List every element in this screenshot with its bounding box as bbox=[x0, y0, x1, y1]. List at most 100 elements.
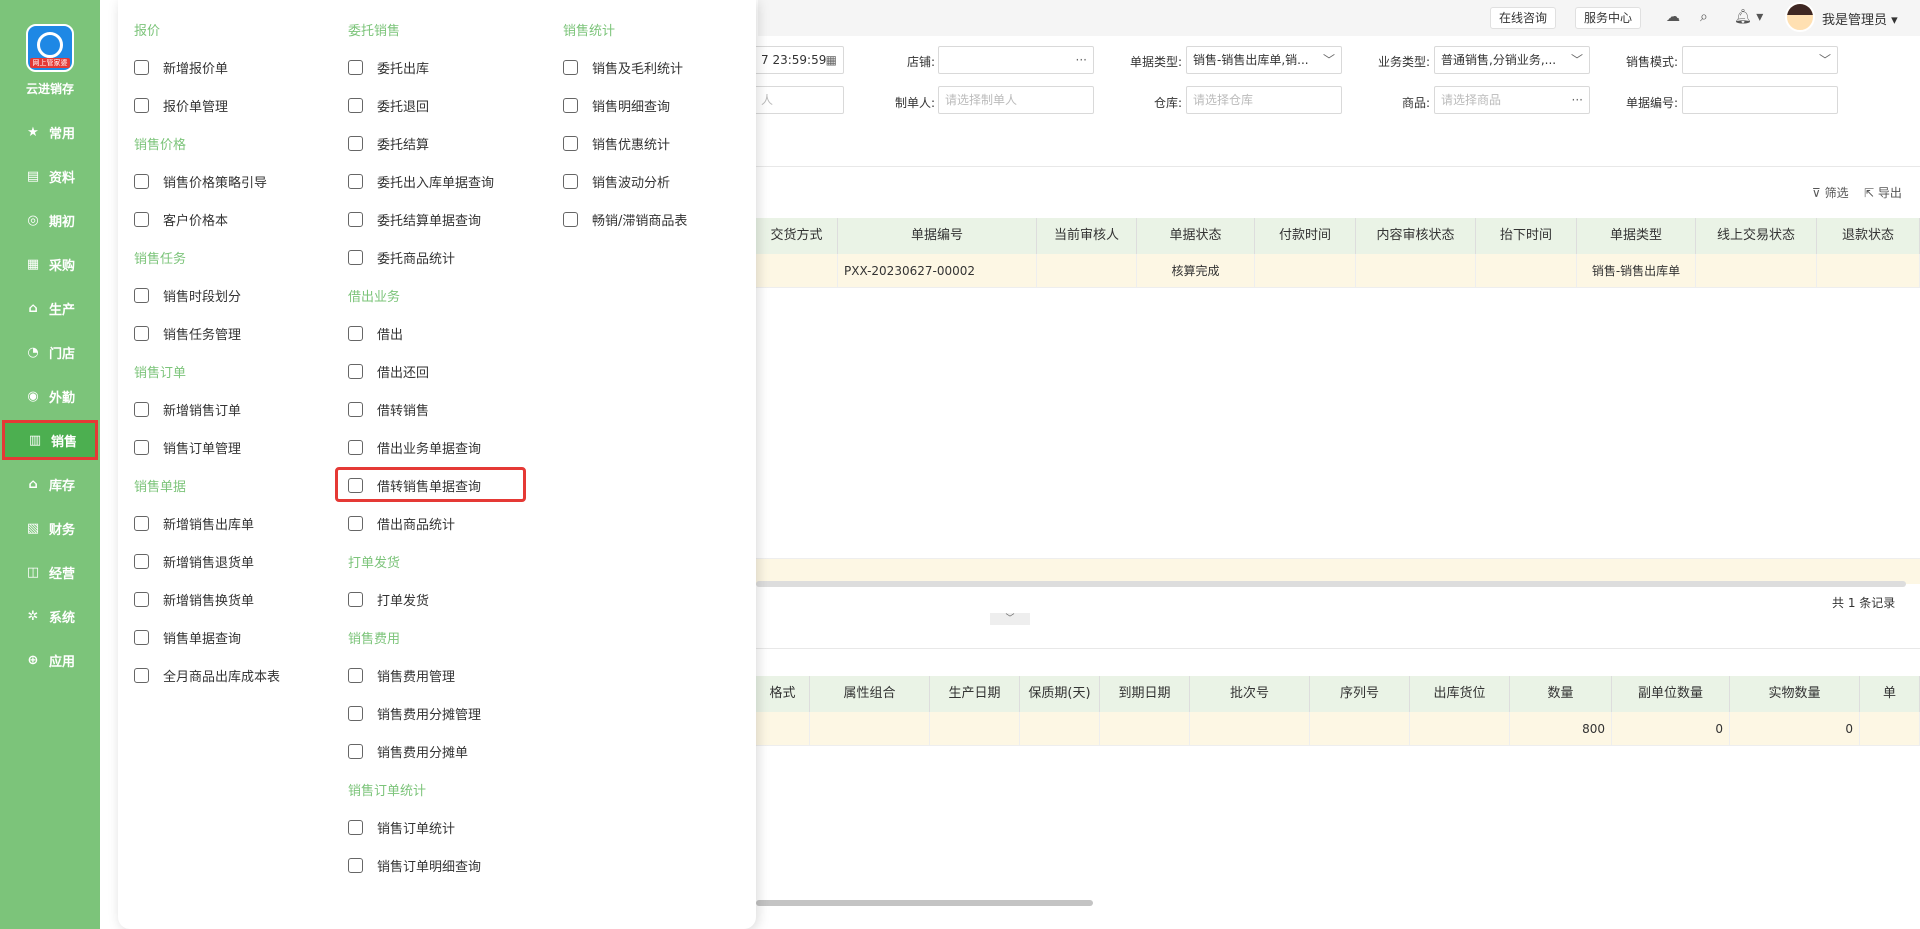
column-header[interactable]: 当前审核人 bbox=[1037, 218, 1137, 254]
doc-type-select[interactable]: 销售-销售出库单,销... ﹀ bbox=[1186, 46, 1342, 74]
table-cell[interactable] bbox=[1037, 254, 1137, 288]
table-cell[interactable]: 800 bbox=[1510, 712, 1612, 746]
sidebar-item-8[interactable]: ⌂ 库存 bbox=[0, 464, 100, 504]
sidebar-item-4[interactable]: ⌂ 生产 bbox=[0, 288, 100, 328]
menu-item[interactable]: 打单发货 bbox=[348, 587, 429, 611]
table-cell[interactable] bbox=[1190, 712, 1310, 746]
menu-item[interactable]: 销售及毛利统计 bbox=[563, 55, 683, 79]
menu-item[interactable]: 客户价格本 bbox=[134, 207, 228, 231]
menu-item[interactable]: 销售订单管理 bbox=[134, 435, 241, 459]
table-cell[interactable]: PXX-20230627-00002 bbox=[838, 254, 1037, 288]
table-cell[interactable] bbox=[810, 712, 930, 746]
sidebar-item-12[interactable]: ⊕ 应用 bbox=[0, 640, 100, 680]
partial-input[interactable]: 人 bbox=[754, 86, 844, 114]
column-header[interactable]: 出库货位 bbox=[1410, 676, 1510, 712]
menu-item[interactable]: 畅销/滞销商品表 bbox=[563, 207, 687, 231]
table-cell[interactable] bbox=[1817, 254, 1920, 288]
table-cell[interactable] bbox=[756, 254, 838, 288]
column-header[interactable]: 保质期(天) bbox=[1020, 676, 1100, 712]
column-header[interactable]: 单据类型 bbox=[1577, 218, 1696, 254]
table-cell[interactable] bbox=[930, 712, 1020, 746]
detail-horizontal-scrollbar[interactable] bbox=[756, 900, 1093, 906]
column-header[interactable]: 格式 bbox=[756, 676, 810, 712]
export-button[interactable]: ⇱ 导出 bbox=[1864, 184, 1902, 201]
sidebar-item-3[interactable]: ▦ 采购 bbox=[0, 244, 100, 284]
column-header[interactable]: 单 bbox=[1860, 676, 1920, 712]
table-cell[interactable]: 销售-销售出库单 bbox=[1577, 254, 1696, 288]
sidebar-item-6[interactable]: ◉ 外勤 bbox=[0, 376, 100, 416]
warehouse-input[interactable]: 请选择仓库 bbox=[1186, 86, 1342, 114]
bell-icon[interactable]: 🔔︎ ▾ bbox=[1734, 9, 1763, 25]
column-header[interactable]: 实物数量 bbox=[1730, 676, 1860, 712]
menu-item[interactable]: 借转销售 bbox=[348, 397, 429, 421]
table-cell[interactable] bbox=[1020, 712, 1100, 746]
sidebar-item-5[interactable]: ◔ 门店 bbox=[0, 332, 100, 372]
column-header[interactable]: 数量 bbox=[1510, 676, 1612, 712]
menu-item[interactable]: 销售优惠统计 bbox=[563, 131, 670, 155]
table-cell[interactable] bbox=[756, 712, 810, 746]
menu-item[interactable]: 销售波动分析 bbox=[563, 169, 670, 193]
column-header[interactable]: 付款时间 bbox=[1255, 218, 1356, 254]
menu-item[interactable]: 借出业务单据查询 bbox=[348, 435, 481, 459]
service-center-button[interactable]: 服务中心 bbox=[1575, 7, 1642, 29]
column-header[interactable]: 到期日期 bbox=[1100, 676, 1190, 712]
sale-mode-select[interactable]: ﹀ bbox=[1682, 46, 1838, 74]
menu-item[interactable]: 销售明细查询 bbox=[563, 93, 670, 117]
collapse-toggle[interactable]: ﹀ bbox=[990, 613, 1030, 625]
filter-button[interactable]: ⊽ 筛选 bbox=[1812, 184, 1849, 201]
date-end-field[interactable]: 7 23:59:59 ▦ bbox=[754, 46, 844, 74]
menu-item[interactable]: 销售订单统计 bbox=[348, 815, 455, 839]
column-header[interactable]: 退款状态 bbox=[1817, 218, 1920, 254]
menu-item[interactable]: 销售费用管理 bbox=[348, 663, 455, 687]
menu-item[interactable]: 销售时段划分 bbox=[134, 283, 241, 307]
cloud-download-icon[interactable]: ☁ bbox=[1666, 9, 1680, 25]
table-cell[interactable]: 0 bbox=[1730, 712, 1860, 746]
menu-item[interactable]: 借出 bbox=[348, 321, 403, 345]
column-header[interactable]: 内容审核状态 bbox=[1356, 218, 1476, 254]
menu-item[interactable]: 新增销售出库单 bbox=[134, 511, 254, 535]
menu-item[interactable]: 委托商品统计 bbox=[348, 245, 455, 269]
column-header[interactable]: 交货方式 bbox=[756, 218, 838, 254]
table-cell[interactable] bbox=[1410, 712, 1510, 746]
menu-item[interactable]: 新增销售换货单 bbox=[134, 587, 254, 611]
menu-item[interactable]: 新增销售订单 bbox=[134, 397, 241, 421]
table-cell[interactable] bbox=[1100, 712, 1190, 746]
sidebar-item-11[interactable]: ✲ 系统 bbox=[0, 596, 100, 636]
doc-no-input[interactable] bbox=[1682, 86, 1838, 114]
sidebar-item-2[interactable]: ◎ 期初 bbox=[0, 200, 100, 240]
menu-item[interactable]: 销售费用分摊管理 bbox=[348, 701, 481, 725]
goods-input[interactable]: 请选择商品 ··· bbox=[1434, 86, 1590, 114]
menu-item[interactable]: 借出还回 bbox=[348, 359, 429, 383]
search-icon[interactable]: ⌕ bbox=[1700, 9, 1708, 25]
menu-item[interactable]: 销售单据查询 bbox=[134, 625, 241, 649]
menu-item[interactable]: 委托结算单据查询 bbox=[348, 207, 481, 231]
column-header[interactable]: 序列号 bbox=[1310, 676, 1410, 712]
sidebar-item-9[interactable]: ▧ 财务 bbox=[0, 508, 100, 548]
sidebar-item-10[interactable]: ◫ 经营 bbox=[0, 552, 100, 592]
menu-item[interactable]: 报价单管理 bbox=[134, 93, 228, 117]
maker-input[interactable]: 请选择制单人 bbox=[938, 86, 1094, 114]
table-cell[interactable] bbox=[1356, 254, 1476, 288]
table-cell[interactable] bbox=[1476, 254, 1577, 288]
table-cell[interactable]: 0 bbox=[1612, 712, 1730, 746]
horizontal-scrollbar[interactable] bbox=[756, 581, 1906, 587]
shop-select[interactable]: ··· bbox=[938, 46, 1094, 74]
menu-item[interactable]: 借出商品统计 bbox=[348, 511, 455, 535]
table-cell[interactable] bbox=[1310, 712, 1410, 746]
avatar[interactable] bbox=[1785, 2, 1815, 32]
sidebar-item-7[interactable]: ▥ 销售 bbox=[2, 420, 98, 460]
column-header[interactable]: 抬下时间 bbox=[1476, 218, 1577, 254]
online-consult-button[interactable]: 在线咨询 bbox=[1490, 7, 1557, 29]
user-menu[interactable]: 我是管理员 ▾ bbox=[1822, 9, 1898, 28]
column-header[interactable]: 单据状态 bbox=[1137, 218, 1255, 254]
table-cell[interactable] bbox=[1860, 712, 1920, 746]
sidebar-item-1[interactable]: ▤ 资料 bbox=[0, 156, 100, 196]
menu-item[interactable]: 全月商品出库成本表 bbox=[134, 663, 280, 687]
table-cell[interactable] bbox=[1696, 254, 1817, 288]
menu-item[interactable]: 销售任务管理 bbox=[134, 321, 241, 345]
table-cell[interactable]: 核算完成 bbox=[1137, 254, 1255, 288]
column-header[interactable]: 生产日期 bbox=[930, 676, 1020, 712]
table-cell[interactable] bbox=[1255, 254, 1356, 288]
menu-item[interactable]: 新增销售退货单 bbox=[134, 549, 254, 573]
column-header[interactable]: 线上交易状态 bbox=[1696, 218, 1817, 254]
